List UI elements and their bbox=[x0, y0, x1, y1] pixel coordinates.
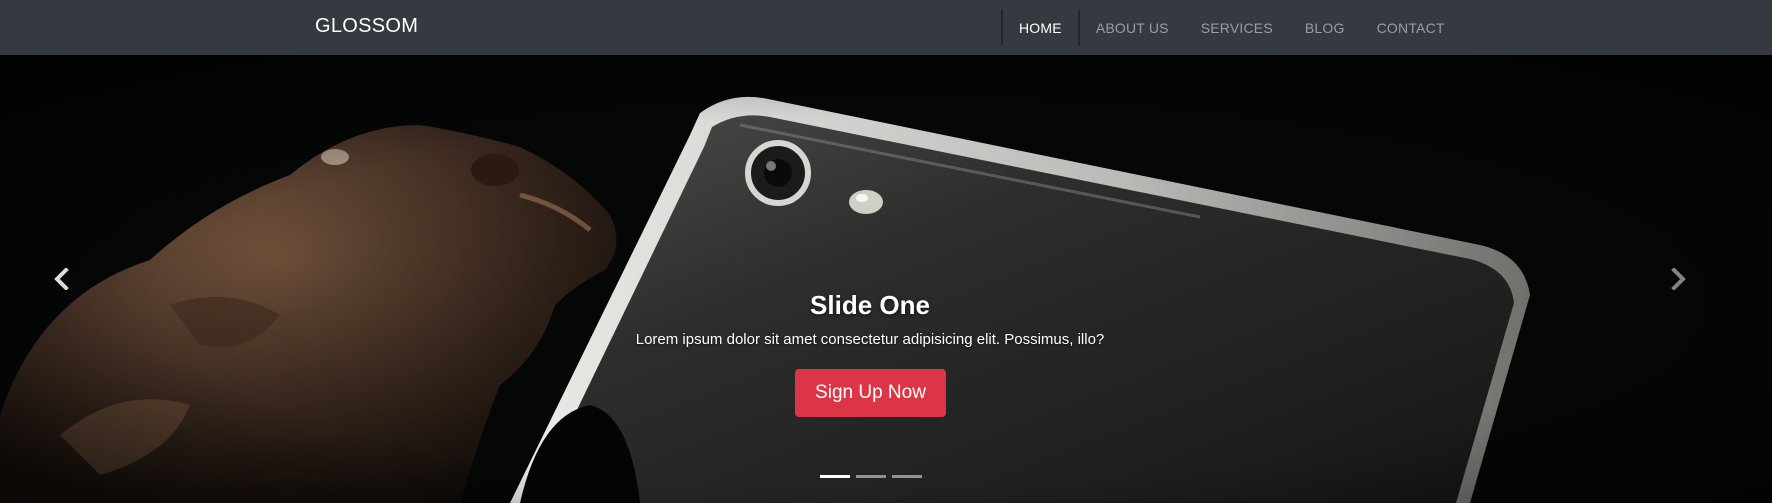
nav-item-blog[interactable]: BLOG bbox=[1289, 9, 1361, 46]
carousel-indicator-1[interactable] bbox=[820, 475, 850, 478]
nav-item-home[interactable]: HOME bbox=[1003, 9, 1080, 46]
slide-title: Slide One bbox=[810, 290, 930, 320]
nav-item-services[interactable]: SERVICES bbox=[1185, 9, 1289, 46]
carousel-caption: Slide One Lorem ipsum dolor sit amet con… bbox=[0, 55, 1772, 503]
carousel-indicator-2[interactable] bbox=[856, 475, 886, 478]
sign-up-button[interactable]: Sign Up Now bbox=[795, 369, 946, 417]
navbar: GLOSSOM HOME ABOUT US SERVICES BLOG CONT… bbox=[0, 0, 1772, 55]
slide-description: Lorem ipsum dolor sit amet consectetur a… bbox=[635, 331, 1105, 348]
carousel-indicators bbox=[820, 475, 922, 478]
main-nav: HOME ABOUT US SERVICES BLOG CONTACT bbox=[1001, 9, 1461, 46]
carousel-indicator-3[interactable] bbox=[892, 475, 922, 478]
brand-logo[interactable]: GLOSSOM bbox=[315, 15, 418, 38]
nav-item-about-us[interactable]: ABOUT US bbox=[1080, 9, 1185, 46]
hero-carousel: Slide One Lorem ipsum dolor sit amet con… bbox=[0, 55, 1772, 503]
nav-item-contact[interactable]: CONTACT bbox=[1361, 9, 1461, 46]
